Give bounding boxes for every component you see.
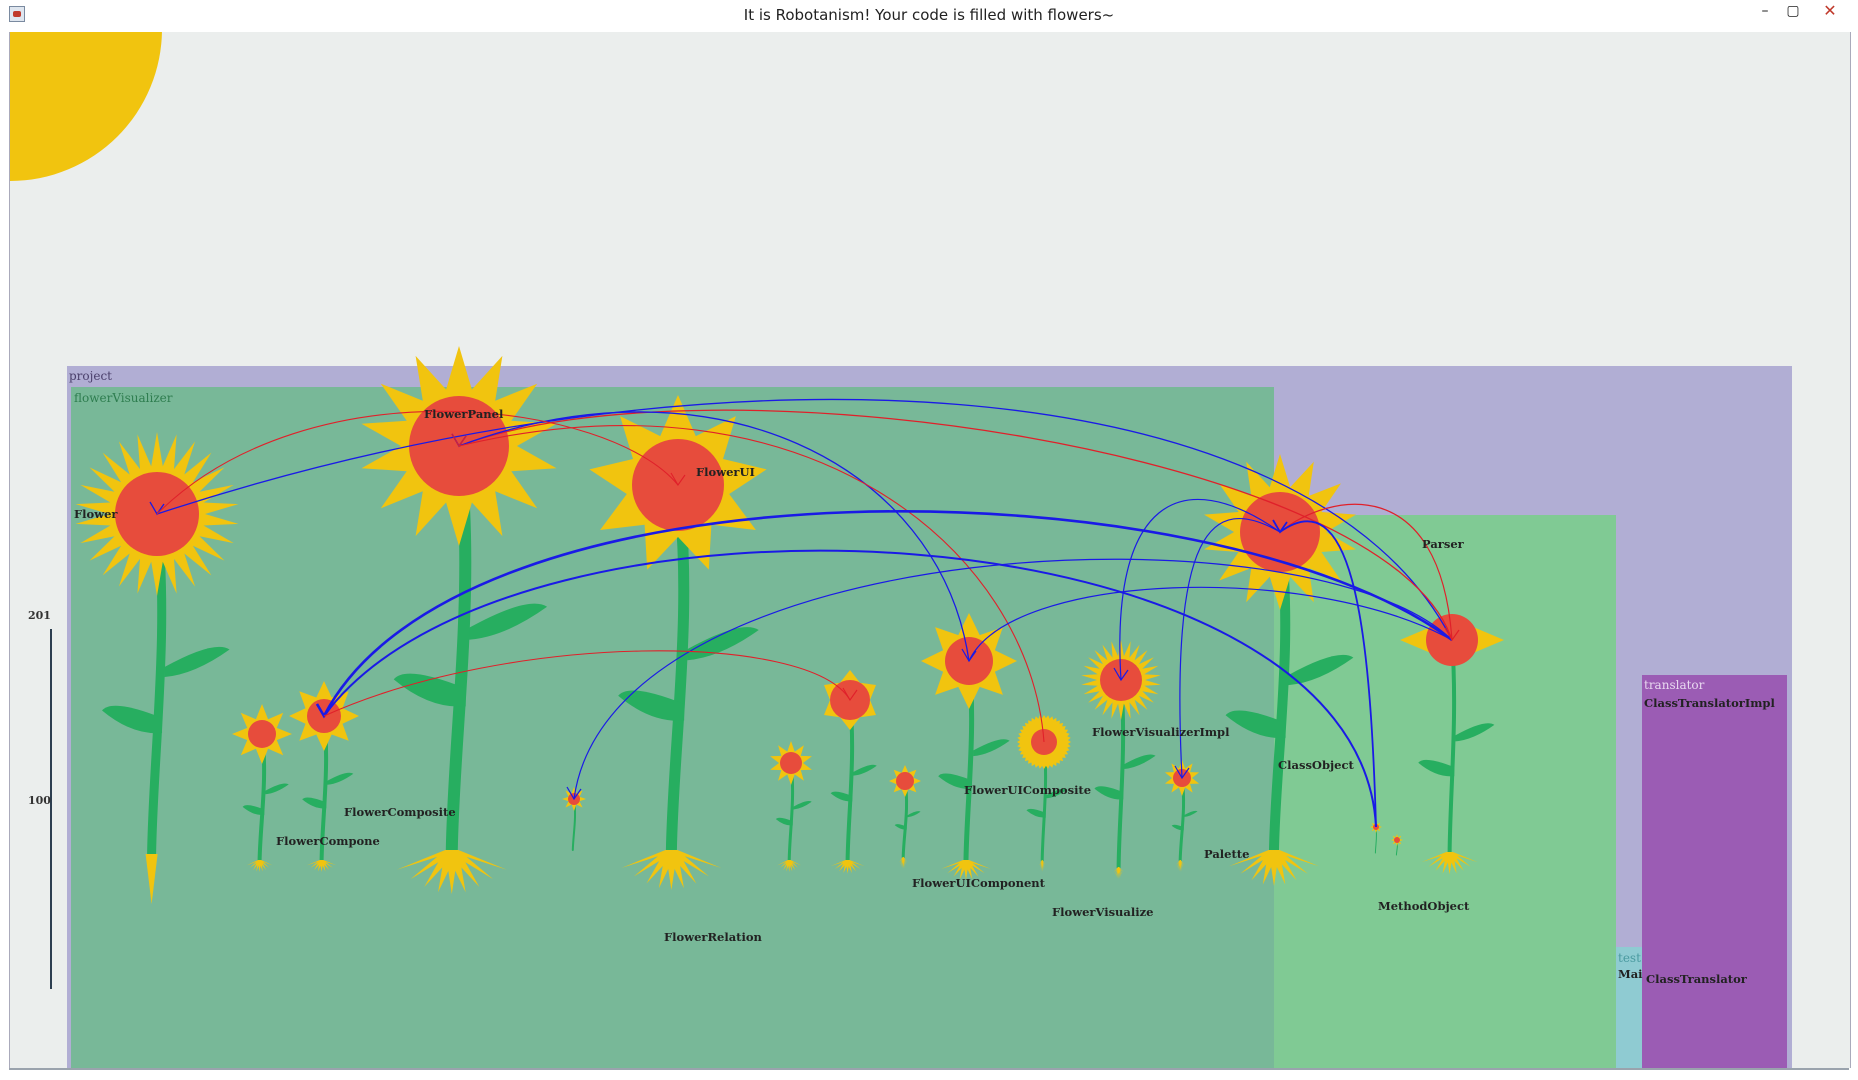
root-flowerui — [621, 850, 722, 890]
center-flowercomponent — [248, 720, 276, 748]
leaf-flowervisualizer-right — [907, 811, 921, 818]
flower-label-classtranslator: ClassTranslator — [1646, 972, 1747, 986]
leaf-flowervisualizerimpl-right — [973, 739, 1010, 757]
flower-label-floweruicomposite: FlowerUIComposite — [964, 783, 1092, 797]
flower-label-palette: Palette — [1204, 847, 1250, 861]
flower-label-flowercomponent: FlowerCompone — [276, 834, 380, 848]
flower-label-main: Mai — [1618, 967, 1643, 981]
root-classtranslatorimpl — [1421, 852, 1478, 875]
leaf-classobject-right — [1124, 754, 1156, 769]
flower-label-flower: Flower — [74, 507, 118, 521]
leaf-flowercomposite-left — [302, 797, 327, 809]
flower-label-floweruicomponent: FlowerUIComponent — [912, 876, 1045, 890]
flower-label-flowerui: FlowerUI — [696, 465, 755, 479]
leaf-flowerpanel-left — [393, 673, 466, 707]
garden-drawing — [75, 346, 1504, 904]
center-flowervisualizer — [896, 772, 914, 790]
leaf-flowercomposite-right — [327, 772, 354, 785]
leaf-flowerpanel-right — [469, 603, 548, 640]
leaf-palette-left — [1026, 808, 1046, 818]
window-bottom-border — [9, 1068, 1849, 1070]
flower-label-flowervisualizerimpl: FlowerVisualizerImpl — [1092, 725, 1230, 739]
root-classobject — [1113, 867, 1124, 879]
leaf-parser-left — [1225, 710, 1286, 739]
root-flowercomponent — [246, 860, 273, 872]
center-classtranslator — [1394, 837, 1400, 843]
maximize-button[interactable]: ▢ — [1778, 0, 1808, 24]
flower-label-flowerrelation: FlowerRelation — [664, 930, 762, 944]
root-palette — [1039, 860, 1046, 872]
root-methodobject — [1176, 860, 1185, 872]
garden-canvas[interactable]: project flowerVisualizer parser test tra… — [9, 32, 1851, 1068]
center-floweruicomponent — [780, 752, 802, 774]
leaf-floweruicomponent-right — [793, 801, 812, 810]
root-flowercomposite — [306, 860, 337, 872]
flower-label-flowervisualizer: FlowerVisualize — [1052, 905, 1154, 919]
root-flower — [145, 854, 158, 904]
close-button[interactable]: ✕ — [1810, 0, 1850, 24]
window-title: It is Robotanism! Your code is filled wi… — [743, 6, 1115, 24]
leaf-flowerui-left — [618, 690, 685, 721]
root-floweruicomponent — [777, 860, 802, 872]
leaf-classobject-left — [1094, 786, 1124, 800]
root-flowerpanel — [396, 850, 507, 894]
title-bar: It is Robotanism! Your code is filled wi… — [0, 0, 1858, 30]
flower-label-methodobject: MethodObject — [1378, 899, 1470, 913]
leaf-flowerui-right — [687, 627, 759, 661]
leaf-classtranslatorimpl-right — [1455, 723, 1495, 742]
leaf-classtranslatorimpl-left — [1418, 759, 1455, 777]
leaf-methodobject-right — [1184, 810, 1198, 817]
leaf-floweruicomposite-right — [853, 764, 877, 776]
leaf-flowercomponent-right — [265, 783, 289, 795]
leaf-flower-right — [164, 646, 230, 677]
stem-classtranslatorimpl — [1447, 638, 1457, 854]
flower-label-classobject: ClassObject — [1278, 758, 1354, 772]
flower-label-flowerpanel: FlowerPanel — [424, 407, 504, 421]
flower-label-flowercomposite: FlowerComposite — [344, 805, 456, 819]
flower-label-parser: Parser — [1422, 537, 1464, 551]
minimize-button[interactable]: – — [1750, 0, 1780, 24]
flower-label-classtranslatorimpl: ClassTranslatorImpl — [1644, 696, 1775, 710]
root-flowervisualizer — [899, 857, 908, 869]
leaf-flower-left — [102, 705, 163, 734]
root-floweruicomposite — [830, 860, 865, 874]
